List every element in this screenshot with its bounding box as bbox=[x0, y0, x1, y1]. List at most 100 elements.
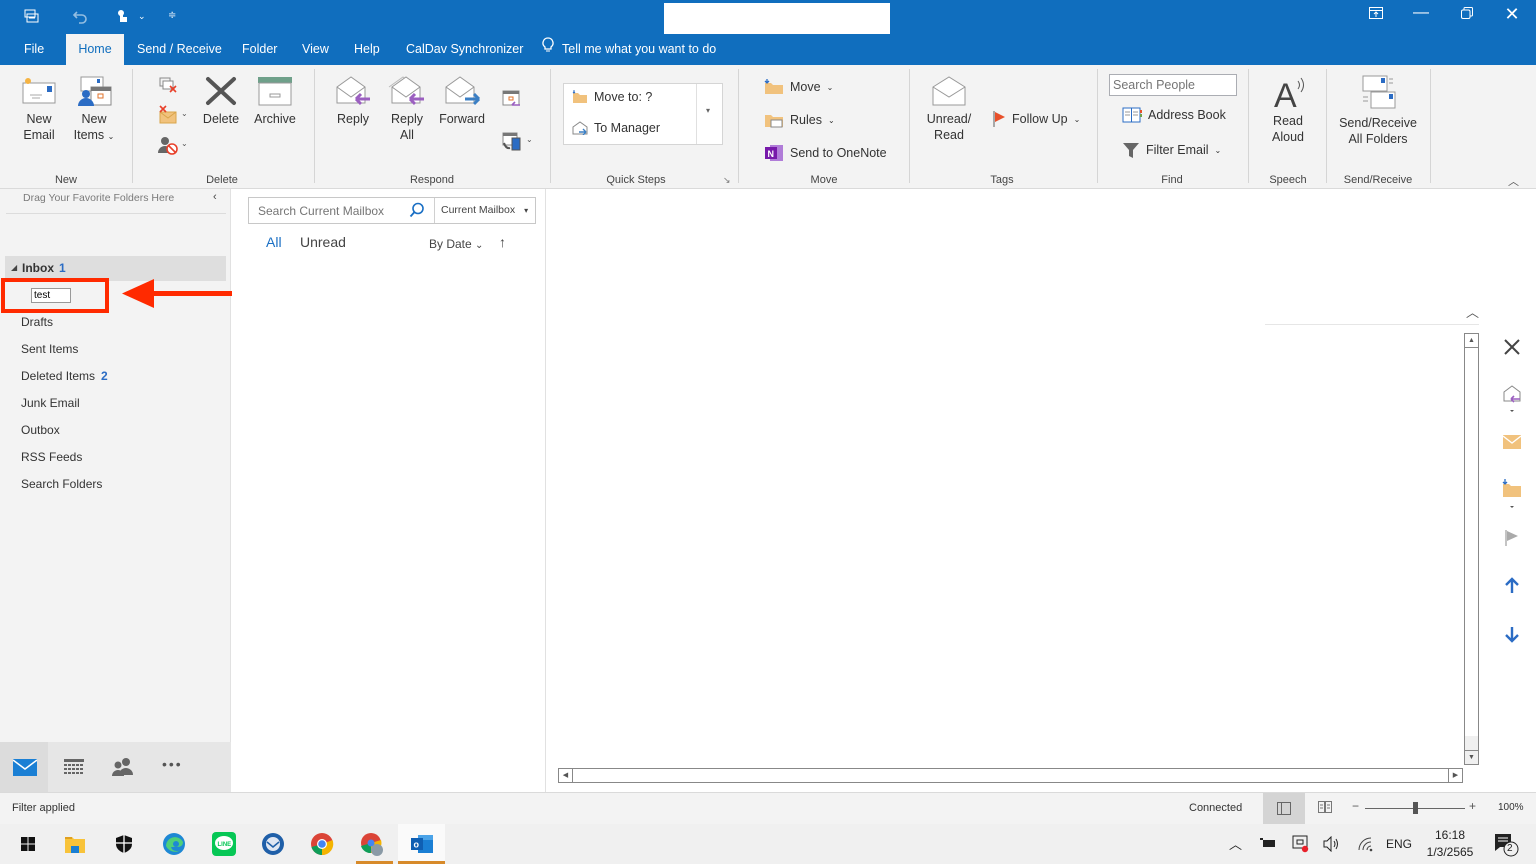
scroll-right-arrow-icon[interactable]: ▶ bbox=[1448, 769, 1462, 782]
reply-button[interactable]: Reply bbox=[332, 75, 374, 127]
archive-button[interactable]: Archive bbox=[250, 75, 300, 127]
battery-icon[interactable] bbox=[1260, 837, 1276, 852]
tab-file[interactable]: File bbox=[12, 34, 56, 65]
volume-icon[interactable] bbox=[1323, 835, 1341, 855]
send-receive-all-button[interactable]: Send/Receive All Folders bbox=[1336, 75, 1420, 147]
taskbar-line[interactable]: LINE bbox=[210, 830, 238, 858]
minimize-icon[interactable]: — bbox=[1406, 4, 1436, 22]
flag-action-button[interactable] bbox=[1504, 529, 1520, 552]
ignore-button[interactable] bbox=[157, 75, 179, 100]
clock[interactable]: 16:18 1/3/2565 bbox=[1424, 827, 1476, 861]
zoom-in-button[interactable]: + bbox=[1469, 799, 1476, 813]
mark-read-action-button[interactable] bbox=[1502, 435, 1522, 454]
close-action-button[interactable] bbox=[1502, 337, 1522, 362]
read-aloud-button[interactable]: A Read Aloud bbox=[1264, 75, 1312, 145]
more-apps-icon[interactable]: ••• bbox=[162, 756, 183, 772]
folder-drafts[interactable]: Drafts bbox=[21, 315, 53, 329]
tab-caldav-synchronizer[interactable]: CalDav Synchronizer bbox=[394, 34, 535, 65]
zoom-out-button[interactable]: − bbox=[1352, 799, 1359, 813]
delete-button[interactable]: Delete bbox=[200, 75, 242, 127]
customize-qat-icon[interactable]: ≑ bbox=[168, 10, 176, 21]
search-scope-dropdown[interactable]: Current Mailbox ▾ bbox=[441, 204, 528, 216]
more-respond-button[interactable]: ⌄ bbox=[502, 131, 533, 156]
folder-deleted-items[interactable]: Deleted Items 2 bbox=[21, 369, 108, 383]
taskbar-chrome[interactable] bbox=[308, 830, 336, 858]
close-icon[interactable]: ✕ bbox=[1497, 4, 1527, 25]
sort-direction-icon[interactable]: ↑ bbox=[499, 234, 506, 250]
search-mailbox-input[interactable] bbox=[249, 198, 434, 223]
previous-item-button[interactable] bbox=[1504, 577, 1520, 600]
wifi-icon[interactable] bbox=[1357, 836, 1373, 855]
reply-action-button[interactable] bbox=[1502, 385, 1522, 420]
folder-outbox[interactable]: Outbox bbox=[21, 423, 60, 437]
clean-up-button[interactable]: ⌄ bbox=[157, 105, 188, 130]
next-item-button[interactable] bbox=[1504, 625, 1520, 648]
quick-steps-expand-icon[interactable]: ▾ bbox=[706, 106, 710, 115]
collapse-ribbon-icon[interactable]: ︿ bbox=[1508, 173, 1519, 189]
new-items-button[interactable]: New Items ⌄ bbox=[70, 75, 118, 145]
taskbar-windows-security[interactable] bbox=[110, 830, 138, 858]
search-icon[interactable] bbox=[409, 202, 425, 223]
collapse-up-icon[interactable]: ︿ bbox=[1466, 302, 1479, 321]
follow-up-button[interactable]: Follow Up ⌄ bbox=[992, 110, 1080, 128]
meeting-reply-button[interactable] bbox=[502, 89, 522, 114]
scroll-down-arrow-icon[interactable]: ▼ bbox=[1465, 750, 1478, 764]
filter-unread-tab[interactable]: Unread bbox=[300, 234, 346, 250]
taskbar-file-explorer[interactable] bbox=[61, 830, 89, 858]
move-button[interactable]: Move ⌄ bbox=[764, 79, 833, 95]
tab-send-receive[interactable]: Send / Receive bbox=[125, 34, 234, 65]
meet-now-icon[interactable] bbox=[1292, 835, 1310, 856]
sort-by-dropdown[interactable]: By Date ⌄ bbox=[429, 237, 483, 251]
notifications-button[interactable]: 2 bbox=[1494, 833, 1520, 860]
show-hidden-icons-button[interactable]: ︿ bbox=[1229, 834, 1242, 853]
search-people-input[interactable] bbox=[1109, 74, 1237, 96]
vertical-scrollbar[interactable]: ▲ ▼ bbox=[1464, 333, 1479, 765]
tab-help[interactable]: Help bbox=[342, 34, 392, 65]
reading-view-button[interactable] bbox=[1318, 801, 1332, 816]
touch-dropdown-icon[interactable]: ⌄ bbox=[138, 11, 146, 22]
outlook-app-icon[interactable] bbox=[24, 8, 40, 27]
reply-all-button[interactable]: Reply All bbox=[386, 75, 428, 143]
rules-button[interactable]: Rules ⌄ bbox=[764, 112, 835, 128]
taskbar-outlook[interactable]: o bbox=[398, 824, 445, 864]
quick-step-to-manager[interactable]: To Manager bbox=[572, 121, 660, 135]
tab-folder[interactable]: Folder bbox=[230, 34, 289, 65]
ribbon-display-options-icon[interactable] bbox=[1361, 6, 1391, 24]
minimize-folder-pane-icon[interactable]: ‹ bbox=[213, 191, 217, 203]
forward-button[interactable]: Forward bbox=[438, 75, 486, 127]
filter-email-button[interactable]: Filter Email ⌄ bbox=[1122, 141, 1221, 159]
folder-junk-email[interactable]: Junk Email bbox=[21, 396, 80, 410]
horizontal-scrollbar[interactable]: ◀ ▶ bbox=[558, 768, 1463, 783]
scroll-left-arrow-icon[interactable]: ◀ bbox=[559, 769, 573, 782]
nav-mail[interactable] bbox=[0, 742, 48, 792]
quick-step-move-to[interactable]: Move to: ? bbox=[572, 90, 652, 104]
junk-button[interactable]: ⌄ bbox=[157, 135, 188, 160]
address-book-button[interactable]: Address Book bbox=[1122, 107, 1226, 123]
folder-sent-items[interactable]: Sent Items bbox=[21, 342, 78, 356]
unread-read-button[interactable]: Unread/ Read bbox=[922, 75, 976, 143]
nav-people[interactable] bbox=[112, 757, 134, 782]
send-to-onenote-button[interactable]: N Send to OneNote bbox=[764, 144, 887, 162]
scroll-up-arrow-icon[interactable]: ▲ bbox=[1465, 334, 1478, 348]
new-email-button[interactable]: New Email bbox=[16, 75, 62, 143]
folder-search-folders[interactable]: Search Folders bbox=[21, 477, 102, 491]
filter-all-tab[interactable]: All bbox=[266, 234, 282, 250]
nav-calendar[interactable] bbox=[64, 759, 84, 781]
zoom-level[interactable]: 100% bbox=[1498, 802, 1524, 813]
taskbar-edge[interactable] bbox=[160, 830, 188, 858]
tab-view[interactable]: View bbox=[290, 34, 341, 65]
restore-icon[interactable] bbox=[1452, 6, 1482, 24]
tell-me-search[interactable]: Tell me what you want to do bbox=[530, 34, 728, 65]
dialog-launcher-icon[interactable]: ↘ bbox=[723, 175, 731, 186]
taskbar-chrome-profile[interactable] bbox=[358, 830, 386, 858]
zoom-slider-thumb[interactable] bbox=[1413, 802, 1418, 814]
input-language[interactable]: ENG bbox=[1386, 837, 1412, 851]
folder-rss-feeds[interactable]: RSS Feeds bbox=[21, 450, 82, 464]
tab-home[interactable]: Home bbox=[66, 34, 124, 65]
move-action-button[interactable] bbox=[1502, 479, 1522, 514]
undo-icon[interactable] bbox=[72, 8, 88, 27]
expand-triangle-icon[interactable]: ◢ bbox=[11, 263, 17, 272]
taskbar-thunderbird[interactable] bbox=[259, 830, 287, 858]
touch-mode-icon[interactable] bbox=[114, 8, 130, 27]
start-button[interactable] bbox=[14, 830, 42, 858]
